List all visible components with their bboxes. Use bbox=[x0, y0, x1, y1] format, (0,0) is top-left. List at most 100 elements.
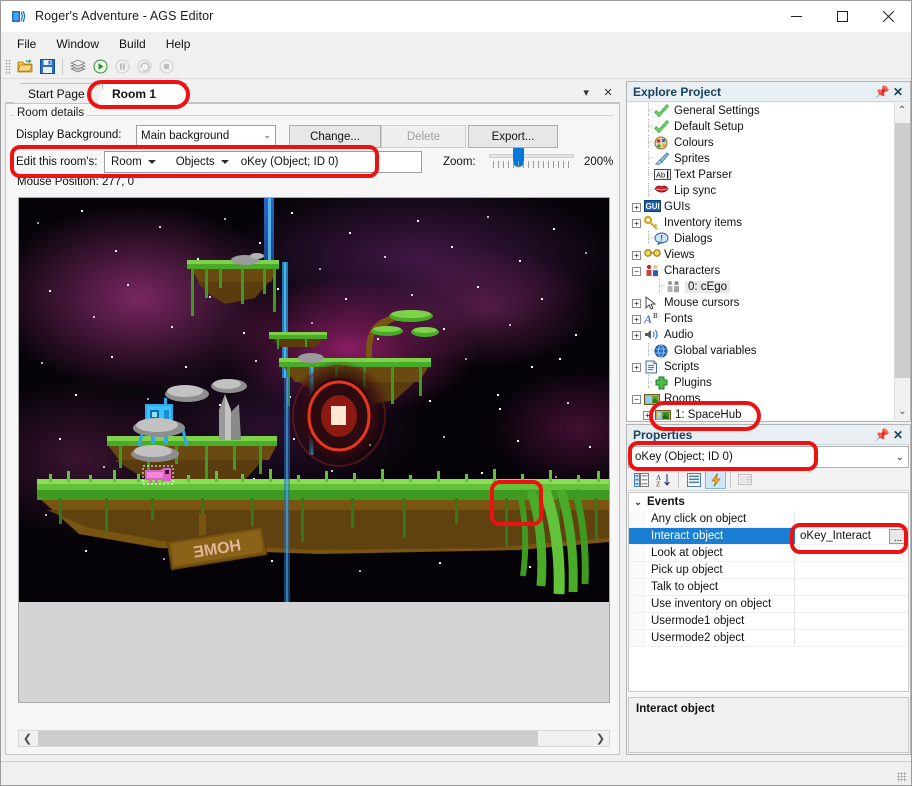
export-button[interactable]: Export... bbox=[468, 125, 558, 148]
tree-node-general-settings[interactable]: General Settings bbox=[628, 103, 909, 119]
expand-icon[interactable]: + bbox=[632, 298, 641, 308]
minimize-button[interactable] bbox=[773, 1, 819, 32]
tree-node-rooms[interactable]: − Rooms bbox=[628, 391, 909, 407]
property-value-cell[interactable] bbox=[795, 630, 908, 646]
property-row[interactable]: Usermode2 object bbox=[629, 630, 908, 647]
room-canvas[interactable]: HOME bbox=[18, 197, 610, 703]
events-lightning-icon[interactable] bbox=[705, 470, 726, 489]
tree-node-views[interactable]: + Views bbox=[628, 247, 909, 263]
build-icon[interactable] bbox=[67, 57, 89, 77]
alphabetical-sort-icon[interactable]: A Z bbox=[653, 470, 674, 489]
chevron-down-icon[interactable]: ▾ bbox=[581, 86, 591, 99]
save-icon[interactable] bbox=[36, 57, 58, 77]
close-icon[interactable]: ✕ bbox=[890, 85, 906, 99]
scroll-down-icon[interactable]: ⌄ bbox=[895, 404, 910, 420]
glasses-icon bbox=[644, 248, 661, 263]
expand-icon[interactable]: + bbox=[632, 314, 641, 324]
close-button[interactable] bbox=[865, 1, 911, 32]
pin-icon[interactable]: 📌 bbox=[874, 85, 890, 99]
hscroll-thumb[interactable] bbox=[38, 731, 538, 746]
properties-page-icon[interactable] bbox=[683, 470, 704, 489]
tree-node-lip-sync[interactable]: Lip sync bbox=[628, 182, 909, 199]
property-value-cell[interactable] bbox=[795, 562, 908, 578]
close-tab-icon[interactable]: ✕ bbox=[601, 86, 614, 99]
property-value-cell[interactable] bbox=[795, 545, 908, 561]
change-button[interactable]: Change... bbox=[289, 125, 381, 148]
tree-node-mouse-cursors[interactable]: + Mouse cursors bbox=[628, 295, 909, 311]
close-icon[interactable]: ✕ bbox=[890, 428, 906, 442]
expand-icon[interactable]: + bbox=[643, 410, 652, 420]
browse-ellipsis-button[interactable]: ... bbox=[889, 528, 907, 544]
menu-file[interactable]: File bbox=[7, 34, 46, 54]
vscroll-thumb[interactable] bbox=[895, 123, 910, 378]
menu-build[interactable]: Build bbox=[109, 34, 156, 54]
maximize-button[interactable] bbox=[819, 1, 865, 32]
properties-object-value: oKey (Object; ID 0) bbox=[635, 451, 733, 463]
tree-node-characters[interactable]: − Characters bbox=[628, 263, 909, 279]
expand-icon[interactable]: + bbox=[632, 330, 641, 340]
collapse-icon[interactable]: − bbox=[632, 266, 641, 276]
green-check-icon bbox=[653, 103, 671, 119]
properties-object-select[interactable]: oKey (Object; ID 0) ⌄ bbox=[628, 446, 909, 468]
resize-grip-icon[interactable] bbox=[897, 772, 907, 782]
tree-node-dialogs[interactable]: Dialogs bbox=[628, 230, 909, 247]
tree-node-text-parser[interactable]: Ab Text Parser bbox=[628, 166, 909, 183]
run-icon[interactable] bbox=[89, 57, 111, 77]
properties-category-events[interactable]: ⌄ Events bbox=[629, 493, 908, 511]
open-folder-icon[interactable] bbox=[14, 57, 36, 77]
properties-grid[interactable]: ⌄ Events Any click on object Interact obj… bbox=[628, 492, 909, 692]
edit-this-rooms-toolbar: Room Objects oKey (Object; ID 0) bbox=[104, 151, 422, 173]
property-row[interactable]: Interact object oKey_Interact... bbox=[629, 528, 908, 545]
edit-scope-dropdown[interactable]: Room bbox=[105, 152, 160, 172]
menu-help[interactable]: Help bbox=[156, 34, 201, 54]
tree-node-default-setup[interactable]: Default Setup bbox=[628, 118, 909, 135]
tab-start-page[interactable]: Start Page bbox=[13, 83, 103, 104]
expand-icon[interactable]: + bbox=[632, 362, 641, 372]
property-row[interactable]: Look at object bbox=[629, 545, 908, 562]
property-name: Pick up object bbox=[645, 562, 795, 578]
tree-node-plugins[interactable]: Plugins bbox=[628, 374, 909, 391]
tab-room-1[interactable]: Room 1 bbox=[97, 83, 187, 104]
project-tree[interactable]: General Settings Default Setup Colours Spri… bbox=[628, 103, 909, 420]
property-value-cell[interactable] bbox=[795, 596, 908, 612]
collapse-icon[interactable]: − bbox=[632, 394, 641, 404]
background-select[interactable]: Main background ⌄ bbox=[136, 125, 276, 146]
tree-node-1-spacehub[interactable]: +1: SpaceHub bbox=[628, 407, 909, 420]
scroll-left-icon[interactable]: ❮ bbox=[19, 732, 36, 745]
tree-node-inventory-items[interactable]: + Inventory items bbox=[628, 215, 909, 231]
property-value-cell[interactable] bbox=[795, 511, 908, 527]
room-editor-pane: Room details Display Background: Main ba… bbox=[5, 103, 620, 755]
property-value-cell[interactable]: oKey_Interact... bbox=[795, 528, 908, 544]
tree-node-sprites[interactable]: Sprites bbox=[628, 150, 909, 167]
tree-node-colours[interactable]: Colours bbox=[628, 134, 909, 151]
tree-node-audio[interactable]: + Audio bbox=[628, 327, 909, 343]
tree-node-guis[interactable]: + GUI GUIs bbox=[628, 199, 909, 215]
scroll-up-icon[interactable]: ⌃ bbox=[895, 103, 909, 119]
menu-window[interactable]: Window bbox=[46, 34, 109, 54]
property-row[interactable]: Any click on object bbox=[629, 511, 908, 528]
property-row[interactable]: Usermode1 object bbox=[629, 613, 908, 630]
zoom-slider-track[interactable] bbox=[489, 154, 574, 158]
tree-node-scripts[interactable]: + Scripts bbox=[628, 359, 909, 375]
delete-button: Delete bbox=[381, 125, 466, 148]
zoom-slider-ticks bbox=[493, 161, 571, 168]
property-row[interactable]: Pick up object bbox=[629, 562, 908, 579]
expand-icon[interactable]: + bbox=[632, 218, 641, 228]
categorized-icon[interactable] bbox=[631, 470, 652, 489]
room-canvas-hscrollbar[interactable]: ❮ ❯ bbox=[18, 730, 610, 747]
scroll-right-icon[interactable]: ❯ bbox=[592, 732, 609, 745]
tree-node-global-variables[interactable]: Global variables bbox=[628, 342, 909, 359]
property-value-cell[interactable] bbox=[795, 613, 908, 629]
edit-target-value[interactable]: oKey (Object; ID 0) bbox=[233, 156, 339, 168]
property-value-cell[interactable] bbox=[795, 579, 908, 595]
tree-node-0-cego[interactable]: 0: cEgo bbox=[628, 278, 909, 295]
property-row[interactable]: Use inventory on object bbox=[629, 596, 908, 613]
property-row[interactable]: Talk to object bbox=[629, 579, 908, 596]
project-tree-vscrollbar[interactable]: ⌃ ⌄ bbox=[894, 103, 910, 420]
pin-icon[interactable]: 📌 bbox=[874, 428, 890, 442]
property-name: Usermode1 object bbox=[645, 613, 795, 629]
edit-type-dropdown[interactable]: Objects bbox=[170, 152, 233, 172]
tree-node-fonts[interactable]: + A B Fonts bbox=[628, 311, 909, 327]
expand-icon[interactable]: + bbox=[632, 202, 641, 212]
expand-icon[interactable]: + bbox=[632, 250, 641, 260]
